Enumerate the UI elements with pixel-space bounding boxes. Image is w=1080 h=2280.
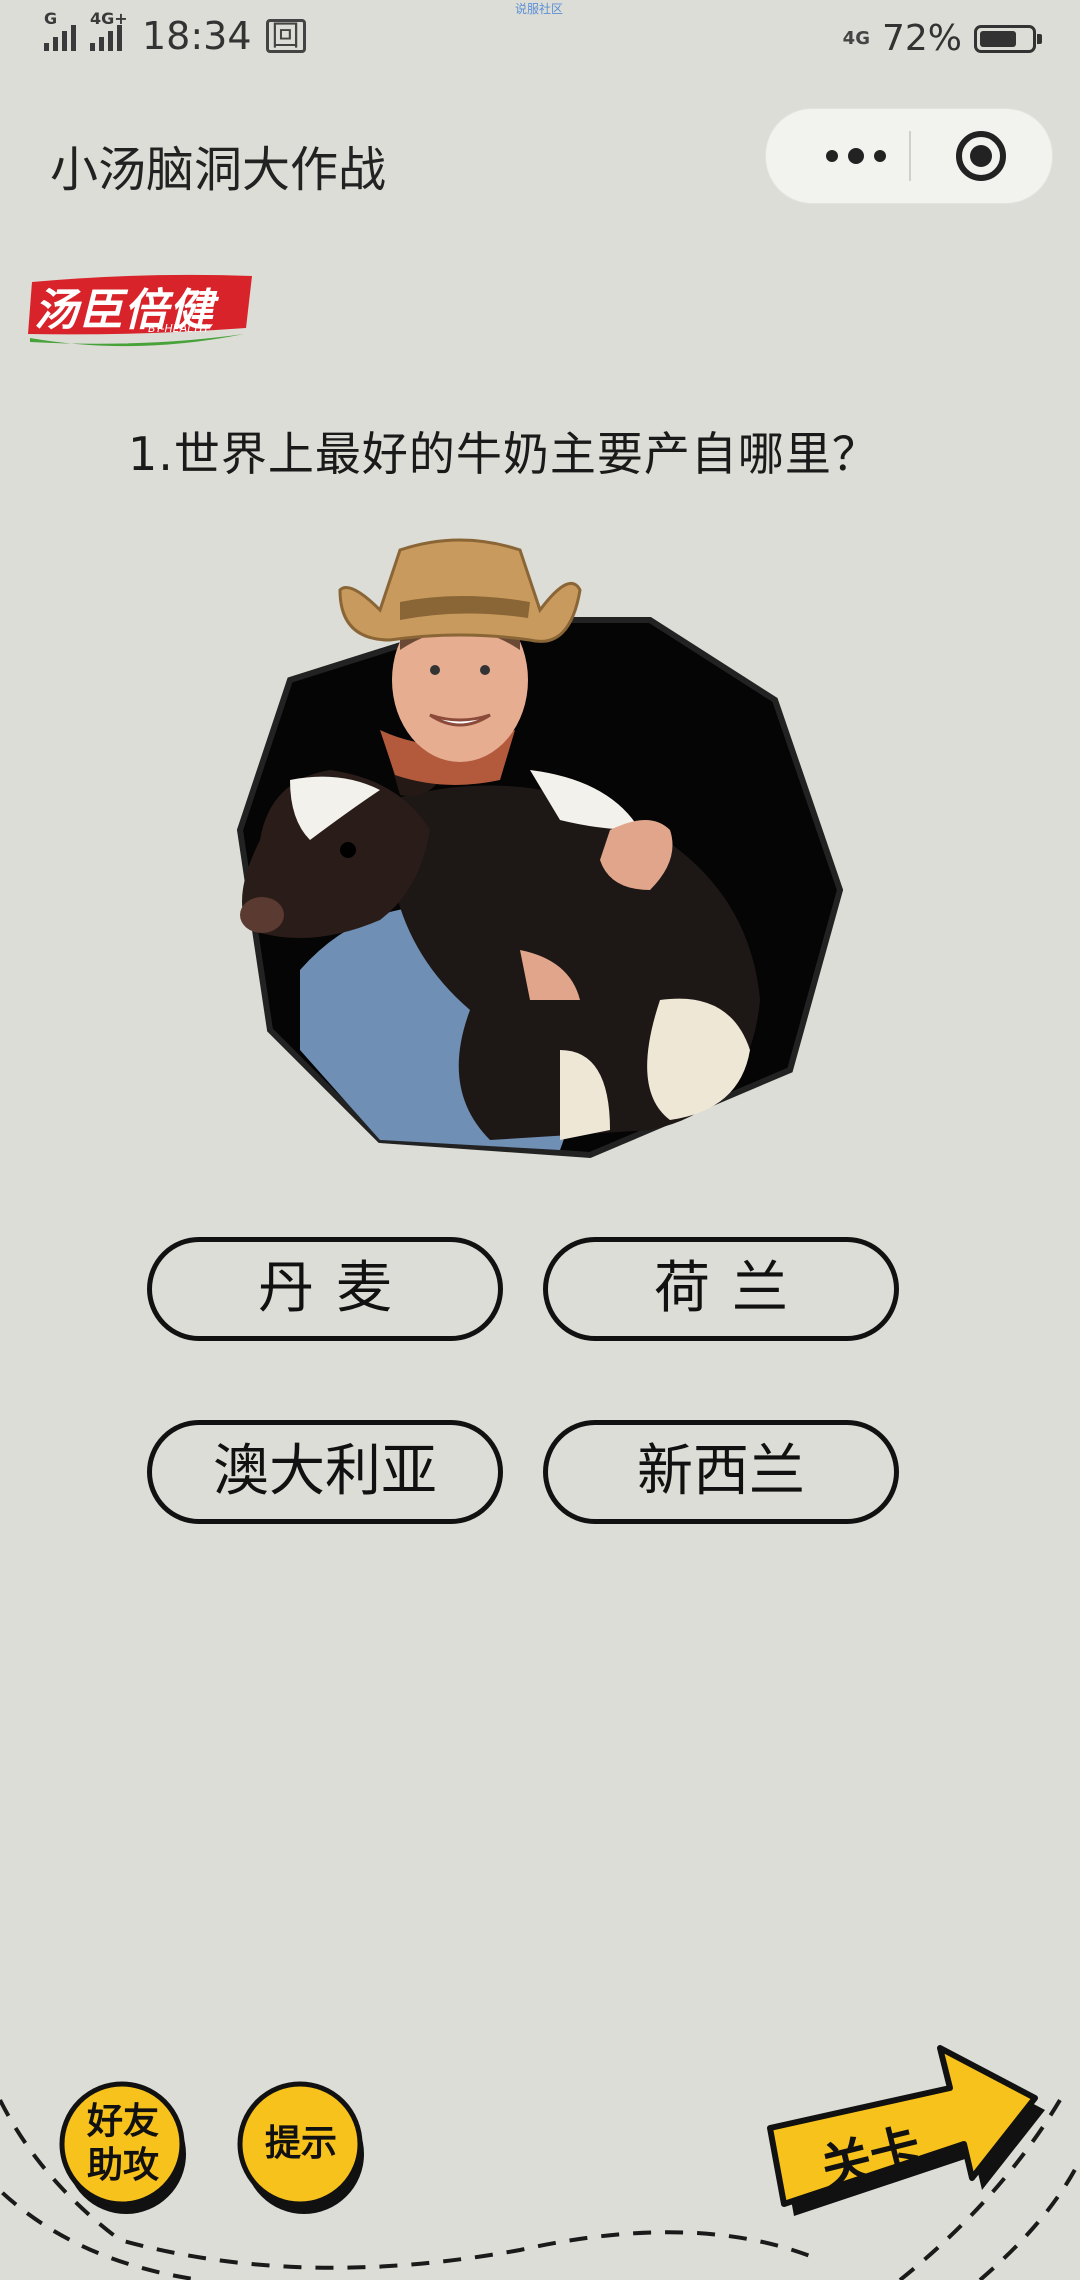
battery-icon bbox=[974, 24, 1042, 53]
hint-label: 提示 bbox=[264, 2122, 337, 2164]
signal-icon: G bbox=[44, 9, 76, 51]
miniprogram-capsule bbox=[765, 108, 1053, 204]
more-menu-button[interactable] bbox=[806, 109, 906, 203]
signal-4g-icon: 4G+ bbox=[90, 9, 128, 51]
status-left: G 4G+ 18:34 回 bbox=[44, 9, 306, 58]
friend-help-button[interactable]: 好友助攻 bbox=[58, 2078, 188, 2218]
capsule-divider bbox=[909, 131, 911, 181]
battery-percent: 72% bbox=[881, 18, 962, 59]
message-icon: 回 bbox=[265, 19, 306, 53]
brand-logo-sub: BY-HEALTH bbox=[148, 322, 208, 335]
page-title: 小汤脑洞大作战 bbox=[50, 142, 387, 198]
friend-help-label: 好友助攻 bbox=[86, 2100, 159, 2186]
signal-tag-4g: 4G+ bbox=[90, 9, 128, 28]
level-button[interactable]: 关卡 bbox=[760, 2040, 1050, 2230]
signal-tag: G bbox=[44, 9, 58, 28]
status-bar: G 4G+ 18:34 回 说服社区 4G 72% bbox=[0, 0, 1080, 80]
status-center-text: 说服社区 bbox=[515, 2, 564, 16]
option-denmark-button[interactable]: 丹麦 bbox=[147, 1237, 503, 1341]
clock: 18:34 bbox=[142, 14, 252, 58]
option-newzealand-button[interactable]: 新西兰 bbox=[543, 1420, 899, 1524]
status-right: 4G 72% bbox=[842, 18, 1042, 59]
farmer-with-calf-image bbox=[236, 538, 844, 1159]
option-netherlands-button[interactable]: 荷兰 bbox=[543, 1237, 899, 1341]
close-target-icon[interactable] bbox=[956, 131, 1006, 181]
option-australia-button[interactable]: 澳大利亚 bbox=[147, 1420, 503, 1524]
network-icon: 4G bbox=[842, 27, 870, 49]
question-text: 1.世界上最好的牛奶主要产自哪里？ bbox=[128, 427, 879, 481]
hint-button[interactable]: 提示 bbox=[236, 2078, 366, 2218]
